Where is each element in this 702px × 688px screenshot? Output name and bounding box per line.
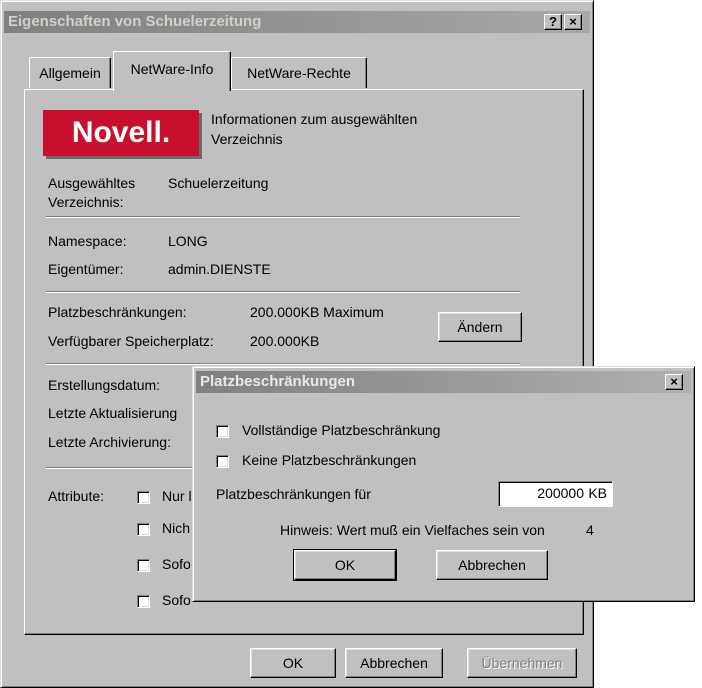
owner-label: Eigentümer: [48, 261, 124, 277]
attribute-checkbox-1[interactable] [137, 491, 150, 504]
hint-text: Hinweis: Wert muß ein Vielfaches sein vo… [280, 522, 545, 538]
close-icon: × [670, 374, 678, 389]
attribute-label-3: Sofo [162, 556, 191, 572]
full-restriction-checkbox[interactable] [216, 425, 229, 438]
quota-value: 200.000KB Maximum [250, 304, 384, 320]
space-value: 200.000KB [250, 333, 320, 349]
owner-value: admin.DIENSTE [168, 261, 271, 277]
cancel-button[interactable]: Abbrechen [345, 648, 443, 678]
namespace-label: Namespace: [48, 233, 127, 249]
attribute-checkbox-3[interactable] [137, 559, 150, 572]
namespace-value: LONG [168, 233, 208, 249]
selected-dir-label-line1: Ausgewähltes [48, 175, 136, 191]
separator-1 [46, 216, 520, 218]
cancel-button-label: Abbrechen [360, 655, 428, 671]
full-restriction-label: Vollständige Platzbeschränkung [242, 422, 441, 438]
attribute-label-1: Nur l [162, 488, 192, 504]
tab-netware-rechte[interactable]: NetWare-Rechte [231, 57, 367, 88]
hint-value: 4 [586, 522, 594, 538]
quota-title: Platzbeschränkungen [200, 373, 356, 390]
close-icon: × [569, 14, 577, 29]
attribute-checkbox-2[interactable] [137, 523, 150, 536]
quota-ok-button-label: OK [334, 557, 356, 573]
info-text-line2: Verzeichnis [211, 131, 283, 147]
novell-logo-text: Novell. [71, 116, 171, 149]
tab-netware-info[interactable]: NetWare-Info [113, 51, 231, 91]
quota-cancel-button[interactable]: Abbrechen [436, 550, 548, 580]
attribute-label-4: Sofo [162, 592, 191, 608]
properties-title: Eigenschaften von Schuelerzeitung [8, 13, 262, 30]
novell-logo: Novell. [43, 110, 199, 156]
updated-label: Letzte Aktualisierung [48, 405, 178, 421]
restriction-for-label: Platzbeschränkungen für [216, 486, 371, 502]
ok-button-label: OK [282, 655, 304, 671]
quota-titlebar[interactable]: Platzbeschränkungen [196, 371, 691, 393]
attribute-label-2: Nich [162, 520, 191, 536]
quota-close-button[interactable]: × [665, 374, 683, 390]
space-label: Verfügbarer Speicherplatz: [48, 333, 214, 349]
help-button[interactable]: ? [544, 14, 562, 30]
tab-allgemein-label: Allgemein [39, 65, 101, 81]
separator-2 [46, 291, 520, 293]
selected-dir-value: Schuelerzeitung [168, 175, 269, 191]
no-restriction-checkbox[interactable] [216, 455, 229, 468]
restriction-unit: KB [588, 485, 607, 501]
change-button[interactable]: Ändern [438, 312, 522, 342]
quota-cancel-button-label: Abbrechen [458, 557, 526, 573]
close-button[interactable]: × [564, 14, 582, 30]
apply-button[interactable]: Übernehmen [467, 648, 577, 678]
info-text-line1: Informationen zum ausgewählten [211, 111, 418, 127]
separator-3 [46, 363, 520, 365]
restriction-value-field[interactable]: 200000 KB [498, 481, 613, 507]
attribute-checkbox-4[interactable] [137, 595, 150, 608]
tab-netware-rechte-label: NetWare-Rechte [247, 65, 351, 81]
tab-allgemein[interactable]: Allgemein [29, 57, 111, 88]
apply-button-label: Übernehmen [481, 655, 563, 671]
quota-label: Platzbeschränkungen: [48, 304, 187, 320]
attributes-label: Attribute: [48, 488, 105, 504]
selected-dir-label-line2: Verzeichnis: [48, 194, 124, 210]
quota-ok-button[interactable]: OK [293, 549, 397, 581]
restriction-value: 200000 [537, 485, 584, 501]
help-icon: ? [549, 14, 557, 29]
created-label: Erstellungsdatum: [48, 377, 161, 393]
no-restriction-label: Keine Platzbeschränkungen [242, 452, 417, 468]
archived-label: Letzte Archivierung: [48, 434, 171, 450]
properties-titlebar[interactable]: Eigenschaften von Schuelerzeitung [4, 11, 590, 33]
tab-netware-info-label: NetWare-Info [130, 61, 214, 77]
change-button-label: Ändern [457, 319, 503, 335]
quota-dialog: Platzbeschränkungen × Vollständige Platz… [192, 366, 695, 602]
ok-button[interactable]: OK [250, 648, 336, 678]
